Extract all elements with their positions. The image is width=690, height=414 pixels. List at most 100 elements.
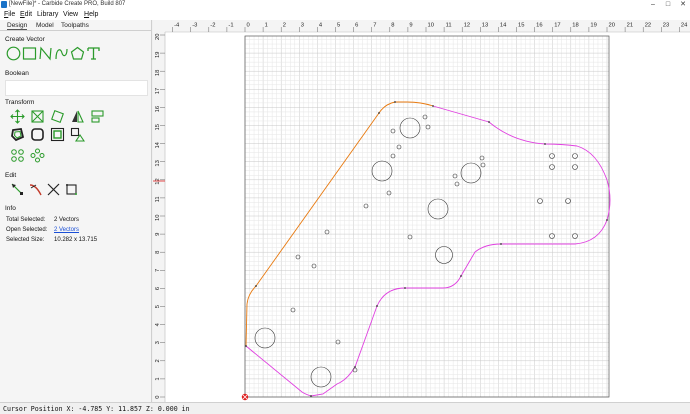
ruler-x-label: 18	[572, 23, 578, 29]
ruler-y-label: 2	[155, 359, 161, 362]
total-selected-row: Total Selected: 2 Vectors	[6, 217, 79, 223]
ruler-x-label: 14	[500, 23, 507, 29]
ruler-y-label: 10	[155, 215, 161, 221]
selected-size-label: Selected Size:	[6, 237, 45, 243]
mirror-icon[interactable]	[70, 109, 85, 124]
ruler-y-label: 8	[155, 251, 161, 254]
status-bar: Cursor Position X: -4.785 Y: 11.857 Z: 0…	[0, 402, 690, 414]
ruler-x-label: 15	[518, 23, 524, 29]
ruler-x-label: 1	[265, 23, 268, 29]
ruler-x-label: 7	[373, 23, 376, 29]
ruler-y-label: 20	[155, 34, 161, 40]
tab-model[interactable]: Model	[36, 22, 54, 29]
ruler-y-label: 11	[155, 196, 161, 202]
ruler-y-label: 15	[155, 124, 161, 130]
ruler-y-label: 6	[155, 287, 161, 290]
ruler-x-label: 11	[446, 23, 452, 29]
curve-icon[interactable]	[54, 46, 69, 61]
hole-circles	[254, 114, 578, 388]
join-icon[interactable]	[64, 182, 79, 197]
ruler-x-label: 8	[391, 23, 394, 29]
node-edit-icon[interactable]	[10, 182, 25, 197]
boolean-title: Boolean	[5, 70, 29, 77]
ruler-x-label: 20	[609, 23, 615, 29]
orange-open-path[interactable]	[245, 101, 434, 347]
selected-size-row: Selected Size: 10.282 x 13.715	[6, 237, 97, 243]
ruler-x-label: -1	[228, 23, 233, 29]
title-bar: [NewFile]* - Carbide Create PRO, Build 8…	[0, 0, 690, 10]
circular-array-icon[interactable]	[30, 148, 45, 163]
ruler-y-label: 3	[155, 341, 161, 344]
ruler-x-label: 23	[663, 23, 669, 29]
ruler-y-label: 17	[155, 88, 161, 94]
open-selected-link[interactable]: 2 Vectors	[54, 227, 79, 233]
menu-library[interactable]: Library	[37, 10, 58, 19]
polyline-icon[interactable]	[38, 46, 53, 61]
minimize-button[interactable]: –	[646, 0, 660, 10]
rectangle-icon[interactable]	[22, 46, 37, 61]
ruler-x-label: 2	[283, 23, 286, 29]
ruler-x-label: -2	[210, 23, 215, 29]
menu-bar: File Edit Library View Help	[0, 10, 690, 20]
ruler-x-label: 22	[645, 23, 651, 29]
array-icon[interactable]	[10, 148, 25, 163]
ruler-y-label: 1	[155, 377, 161, 380]
close-button[interactable]: ✕	[676, 0, 690, 10]
ruler-y-label: 19	[155, 52, 161, 58]
tab-toolpaths[interactable]: Toolpaths	[61, 22, 89, 29]
ruler-x-label: 16	[536, 23, 542, 29]
ruler-x-label: 3	[301, 23, 304, 29]
ruler-x-label: 24	[681, 23, 688, 29]
menu-file[interactable]: File	[4, 10, 15, 19]
boolean-section	[5, 80, 148, 96]
info-title: Info	[5, 205, 16, 212]
design-canvas[interactable]: -4 -3 -2 -1 0 1 2 3 4 5 6 7 8 9 10 11 12 13 14 15 16 17 18 19 20…	[153, 20, 690, 402]
origin-marker-icon	[241, 393, 249, 401]
group-icon[interactable]	[50, 127, 65, 142]
align-icon[interactable]	[90, 109, 105, 124]
ungroup-icon[interactable]	[70, 127, 85, 142]
offset-icon[interactable]	[10, 127, 25, 142]
cursor-position-text: Cursor Position X: -4.785 Y: 11.857 Z: 0…	[3, 405, 190, 413]
tab-design[interactable]: Design	[7, 22, 28, 30]
selected-size-value: 10.282 x 13.715	[54, 237, 98, 243]
app-icon	[1, 1, 7, 8]
open-selected-label: Open Selected:	[6, 227, 48, 233]
ruler-x-label: 5	[337, 23, 340, 29]
tab-bar: Design Model Toolpaths	[0, 20, 152, 31]
magenta-open-path[interactable]	[245, 105, 611, 397]
total-selected-label: Total Selected:	[6, 217, 46, 223]
cut-icon[interactable]	[46, 182, 61, 197]
ruler-x-label: 0	[247, 23, 250, 29]
resize-icon[interactable]	[30, 109, 45, 124]
trim-icon[interactable]	[28, 182, 43, 197]
fillet-icon[interactable]	[30, 127, 45, 142]
menu-help[interactable]: Help	[84, 10, 98, 19]
menu-edit[interactable]: Edit	[20, 10, 32, 19]
circle-icon[interactable]	[6, 46, 21, 61]
text-icon[interactable]	[86, 46, 101, 61]
ruler-y-label: 16	[155, 106, 161, 112]
edit-title: Edit	[5, 172, 17, 179]
ruler-x-label: -4	[174, 23, 180, 29]
menu-view[interactable]: View	[63, 10, 78, 19]
rotate-icon[interactable]	[50, 109, 65, 124]
ruler-y-label: 9	[155, 233, 161, 236]
create-vector-title: Create Vector	[5, 36, 45, 43]
ruler-x-label: 21	[627, 23, 633, 29]
open-selected-row: Open Selected: 2 Vectors	[6, 227, 79, 233]
ruler-x-label: -3	[192, 23, 197, 29]
ruler-x-label: 13	[482, 23, 488, 29]
ruler-y-label: 7	[155, 269, 161, 272]
ruler-y-label: 0	[155, 396, 161, 399]
ruler-y-label: 13	[155, 160, 161, 166]
ruler-y-label: 14	[155, 141, 161, 148]
canvas-svg[interactable]: -4 -3 -2 -1 0 1 2 3 4 5 6 7 8 9 10 11 12 13 14 15 16 17 18 19 20…	[153, 20, 690, 402]
move-icon[interactable]	[10, 109, 25, 124]
ruler-x-label: 17	[554, 23, 560, 29]
total-selected-value: 2 Vectors	[54, 217, 80, 223]
polygon-icon[interactable]	[70, 46, 85, 61]
ruler-x-label: 6	[355, 23, 358, 29]
transform-title: Transform	[5, 99, 35, 106]
maximize-button[interactable]: □	[661, 0, 675, 10]
